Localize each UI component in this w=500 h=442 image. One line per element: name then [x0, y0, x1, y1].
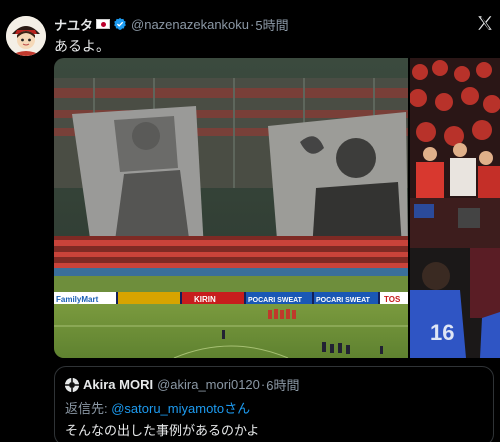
reply-prefix: 返信先: [65, 401, 112, 416]
quoted-tweet-header: Akira MORI @akira_mori0120 · 6時間 [65, 375, 299, 394]
japan-flag-icon [96, 19, 111, 29]
ad-kirin: KIRIN [194, 295, 216, 304]
ad-familymart: FamilyMart [56, 295, 99, 304]
jersey-number: 16 [430, 320, 454, 345]
quoted-author-name[interactable]: Akira MORI [83, 377, 153, 392]
quoted-author-avatar[interactable] [65, 377, 79, 392]
tweet-photo-stadium[interactable]: FamilyMart KIRIN POCARI SWEAT POCARI SWE… [54, 58, 408, 358]
tweet-text: あるよ。 [54, 38, 110, 54]
tweet-header: ナユタ @nazenazekankoku · 5時間 [54, 15, 289, 33]
tweet-photo-crowd[interactable]: 16 [410, 58, 500, 358]
reply-suffix: さん [224, 401, 251, 416]
quoted-tweet-text: そんなの出した事例があるのかよ [65, 423, 260, 438]
reply-to-user-link[interactable]: @satoru_miyamoto [111, 401, 224, 416]
reply-to-line: 返信先: @satoru_miyamotoさん [65, 398, 250, 417]
ad-tos: TOS [384, 295, 401, 304]
quoted-timestamp[interactable]: 6時間 [266, 375, 299, 394]
timestamp[interactable]: 5時間 [255, 15, 288, 34]
author-handle[interactable]: @nazenazekankoku [131, 17, 249, 32]
ad-pocari-1: POCARI SWEAT [248, 297, 303, 304]
author-avatar[interactable] [6, 16, 46, 56]
author-name[interactable]: ナユタ [54, 15, 93, 34]
quoted-separator: · [260, 377, 266, 392]
tweet: ナユタ @nazenazekankoku · 5時間 あるよ。 FamilyMa… [0, 0, 500, 442]
verified-badge-icon [114, 17, 126, 31]
quoted-tweet[interactable]: Akira MORI @akira_mori0120 · 6時間 返信先: @s… [54, 366, 494, 442]
quoted-author-handle[interactable]: @akira_mori0120 [157, 377, 260, 392]
ad-pocari-2: POCARI SWEAT [316, 297, 371, 304]
separator: · [250, 16, 255, 32]
x-logo-icon[interactable] [476, 14, 494, 32]
